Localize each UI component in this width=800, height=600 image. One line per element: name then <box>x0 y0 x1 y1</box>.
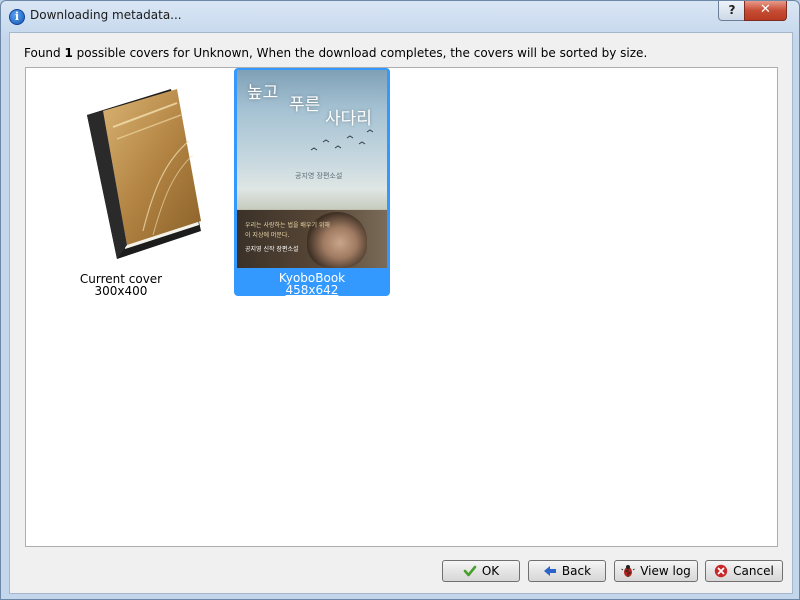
poster-title-3: 사다리 <box>325 109 372 129</box>
window-title: Downloading metadata... <box>30 8 182 22</box>
dialog-body: Found 1 possible covers for Unknown, Whe… <box>9 32 793 594</box>
status-message: Found 1 possible covers for Unknown, Whe… <box>24 46 647 60</box>
help-button[interactable]: ? <box>718 1 746 21</box>
view-log-label: View log <box>640 564 691 578</box>
poster-band-line-2: 이 지상에 머문다. <box>245 232 290 239</box>
dialog-window: i Downloading metadata... ? ✕ Found 1 po… <box>0 0 800 600</box>
cancel-button[interactable]: Cancel <box>705 560 783 582</box>
book-icon <box>87 89 201 259</box>
ok-label: OK <box>481 564 500 578</box>
message-prefix: Found <box>24 46 65 60</box>
poster-subtitle: 공지영 장편소설 <box>295 172 343 180</box>
info-icon: i <box>9 9 25 25</box>
ok-button[interactable]: OK <box>442 560 520 582</box>
poster-band-line-3: 공지영 신작 장편소설 <box>245 246 299 253</box>
cover-item-kyobobook[interactable]: 높고 푸른 사다리 공지영 장편소설 우리는 사랑하는 법을 배우기 위해 이 … <box>234 68 390 296</box>
title-bar[interactable]: i Downloading metadata... ? ✕ <box>1 1 799 31</box>
checkmark-icon <box>463 564 477 578</box>
cancel-icon <box>714 564 728 578</box>
poster-title-1: 높고 <box>247 83 279 103</box>
cover-image: 높고 푸른 사다리 공지영 장편소설 우리는 사랑하는 법을 배우기 위해 이 … <box>237 70 387 268</box>
poster-band-line-1: 우리는 사랑하는 법을 배우기 위해 <box>245 222 330 229</box>
covers-list[interactable]: Current cover 300x400 높고 푸른 사다리 공지영 장편소설… <box>25 67 778 547</box>
view-log-button[interactable]: View log <box>614 560 698 582</box>
message-suffix: possible covers for Unknown, When the do… <box>72 46 648 60</box>
cover-size: 458x642 <box>285 283 339 297</box>
birds-illustration <box>310 129 374 151</box>
back-arrow-icon <box>543 564 557 578</box>
poster-title-2: 푸른 <box>289 95 321 115</box>
cover-size: 300x400 <box>94 284 148 298</box>
cover-item-current[interactable]: Current cover 300x400 <box>43 69 201 298</box>
bug-icon <box>621 564 635 578</box>
cover-count: 1 <box>64 46 73 60</box>
back-label: Back <box>561 564 592 578</box>
back-button[interactable]: Back <box>528 560 606 582</box>
close-button[interactable]: ✕ <box>744 1 787 21</box>
cancel-label: Cancel <box>733 564 774 578</box>
